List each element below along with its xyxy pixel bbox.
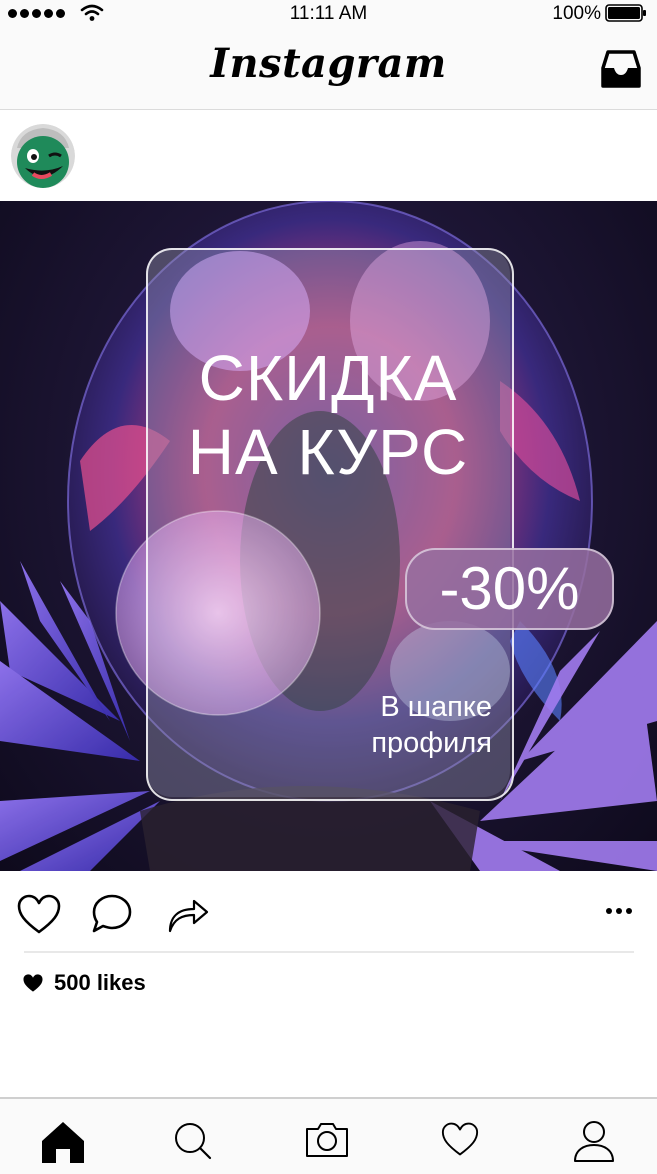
promo-headline-line: СКИДКА xyxy=(198,342,458,414)
instagram-logo[interactable]: Instagram xyxy=(0,40,657,87)
home-icon[interactable] xyxy=(39,1119,87,1165)
comment-icon[interactable] xyxy=(90,893,134,935)
promo-headline-line: НА КУРС xyxy=(187,416,469,488)
bottom-tab-bar xyxy=(0,1097,657,1174)
avatar[interactable] xyxy=(11,124,75,188)
share-icon[interactable] xyxy=(166,893,210,933)
activity-heart-icon[interactable] xyxy=(440,1121,480,1157)
post-author-row xyxy=(0,110,657,201)
heart-filled-icon xyxy=(23,974,43,992)
inbox-icon[interactable] xyxy=(599,48,643,90)
promo-subtext-line: В шапке xyxy=(380,691,492,723)
divider xyxy=(24,951,634,953)
discount-badge: -30% xyxy=(405,548,614,630)
post-image[interactable]: СКИДКА НА КУРС -30% В шапке профиля xyxy=(0,201,657,871)
promo-headline: СКИДКА НА КУРС xyxy=(146,341,510,489)
likes-count: 500 likes xyxy=(54,970,146,995)
search-icon[interactable] xyxy=(173,1121,213,1161)
post-actions xyxy=(0,871,657,951)
battery-icon xyxy=(605,4,646,22)
promo-subtext-line: профиля xyxy=(371,727,492,759)
heart-icon[interactable] xyxy=(16,893,62,935)
more-icon[interactable] xyxy=(605,907,633,915)
status-bar: 11:11 AM 100% xyxy=(0,0,657,26)
app-header: Instagram xyxy=(0,26,657,110)
likes-row[interactable]: 500 likes xyxy=(22,970,146,996)
battery-percent: 100% xyxy=(552,3,601,24)
profile-icon[interactable] xyxy=(572,1119,616,1163)
camera-icon[interactable] xyxy=(304,1121,350,1159)
promo-subtext: В шапке профиля xyxy=(300,689,492,761)
